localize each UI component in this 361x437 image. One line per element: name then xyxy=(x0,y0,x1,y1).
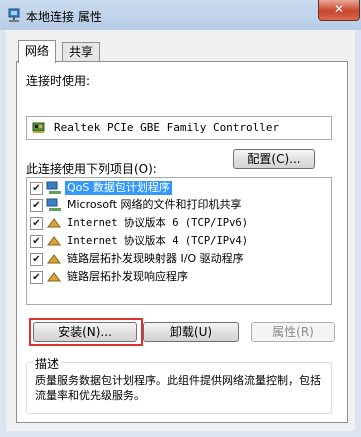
item-checkbox[interactable]: ✔ xyxy=(30,271,43,284)
items-label: 此连接使用下列项目(O): xyxy=(26,162,157,176)
network-card-icon xyxy=(32,122,45,133)
item-label: Microsoft 网络的文件和打印机共享 xyxy=(67,198,242,211)
window-title: 本地连接 属性 xyxy=(26,10,102,24)
item-label: 链路层拓扑发现响应程序 xyxy=(67,270,188,283)
connect-using-label: 连接时使用: xyxy=(26,74,91,88)
list-item[interactable]: ✔ 链路层拓扑发现响应程序 xyxy=(27,269,329,286)
list-item[interactable]: ✔ 链路层拓扑发现映射器 I/O 驱动程序 xyxy=(27,251,329,268)
dialog-client-area: 网络 共享 连接时使用: Realtek PCIe GBE Family Con… xyxy=(6,30,355,431)
tab-sharing[interactable]: 共享 xyxy=(62,42,101,62)
item-label: 链路层拓扑发现映射器 I/O 驱动程序 xyxy=(67,252,244,265)
components-list[interactable]: ✔ QoS 数据包计划程序 ✔ Microsoft 网络的文件和打印机共享 ✔ … xyxy=(26,177,332,305)
network-client-icon xyxy=(46,181,61,194)
adapter-name: Realtek PCIe GBE Family Controller xyxy=(54,121,280,134)
uninstall-button[interactable]: 卸载(U) xyxy=(143,322,239,342)
item-checkbox[interactable]: ✔ xyxy=(30,217,43,230)
item-label: Internet 协议版本 6 (TCP/IPv6) xyxy=(67,217,249,229)
close-button[interactable]: ✕ xyxy=(318,0,360,21)
install-button[interactable]: 安装(N)... xyxy=(33,322,137,342)
adapter-field: Realtek PCIe GBE Family Controller xyxy=(26,116,332,140)
item-label: Internet 协议版本 4 (TCP/IPv4) xyxy=(67,235,249,247)
close-icon: ✕ xyxy=(333,2,345,16)
tab-panel-network: 连接时使用: Realtek PCIe GBE Family Controlle… xyxy=(16,61,348,423)
item-checkbox[interactable]: ✔ xyxy=(30,182,43,195)
properties-button[interactable]: 属性(R) xyxy=(251,322,335,342)
description-group: 描述 质量服务数据包计划程序。此组件提供网络流量控制，包括流量率和优先级服务。 xyxy=(26,355,332,414)
protocol-icon xyxy=(47,236,61,246)
list-item[interactable]: ✔ Internet 协议版本 4 (TCP/IPv4) xyxy=(27,233,329,250)
protocol-icon xyxy=(47,218,61,228)
properties-window: 本地连接 属性 ✕ 网络 共享 连接时使用: Realtek PCIe GBE … xyxy=(0,0,361,437)
list-item[interactable]: ✔ QoS 数据包计划程序 xyxy=(27,180,329,197)
list-item[interactable]: ✔ Microsoft 网络的文件和打印机共享 xyxy=(27,197,329,214)
network-client-icon xyxy=(46,198,61,211)
description-title: 描述 xyxy=(33,355,62,372)
description-text: 质量服务数据包计划程序。此组件提供网络流量控制，包括流量率和优先级服务。 xyxy=(35,374,321,402)
protocol-icon xyxy=(47,272,61,282)
item-checkbox[interactable]: ✔ xyxy=(30,199,43,212)
title-bar[interactable]: 本地连接 属性 ✕ xyxy=(0,0,361,30)
network-adapter-icon xyxy=(8,8,20,22)
item-checkbox[interactable]: ✔ xyxy=(30,253,43,266)
protocol-icon xyxy=(47,254,61,264)
item-label: QoS 数据包计划程序 xyxy=(65,181,172,195)
configure-button[interactable]: 配置(C)... xyxy=(233,149,315,169)
tab-network[interactable]: 网络 xyxy=(18,40,57,63)
list-item[interactable]: ✔ Internet 协议版本 6 (TCP/IPv6) xyxy=(27,215,329,232)
item-checkbox[interactable]: ✔ xyxy=(30,235,43,248)
